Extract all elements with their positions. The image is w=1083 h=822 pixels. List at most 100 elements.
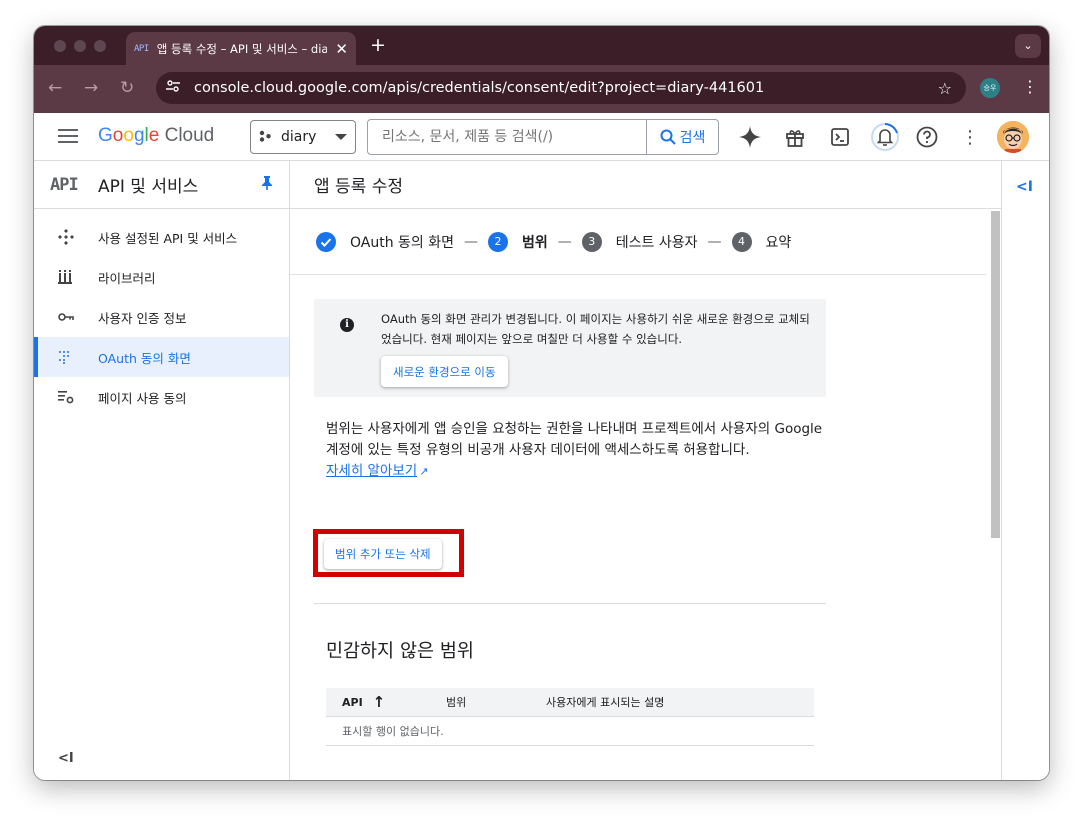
migration-notice: i OAuth 동의 화면 관리가 변경됩니다. 이 페이지는 사용하기 쉬운 … xyxy=(314,299,826,397)
logo-cloud-text: Cloud xyxy=(164,125,215,146)
expand-panel-icon[interactable]: <I xyxy=(1016,179,1033,195)
sidebar-item-label: 사용자 인증 정보 xyxy=(98,310,187,326)
step-3-label: 테스트 사용자 xyxy=(615,234,698,251)
table-empty-message: 표시할 행이 없습니다. xyxy=(326,717,814,746)
tab-favicon: API xyxy=(134,43,149,54)
library-icon xyxy=(58,270,98,284)
search-bar: 검색 xyxy=(367,119,719,155)
browser-window: API 앱 등록 수정 – API 및 서비스 – diary ✕ + ⌄ ← … xyxy=(34,26,1049,780)
window-close-dot[interactable] xyxy=(54,40,66,52)
collapse-sidebar-icon[interactable]: <I xyxy=(58,751,74,766)
gemini-sparkle-icon[interactable] xyxy=(738,125,762,149)
oauth-dots-icon xyxy=(58,350,98,364)
table-header: API ↑ 범위 사용자에게 표시되는 설명 xyxy=(326,688,814,717)
profile-avatar[interactable]: 승우 xyxy=(980,78,1000,98)
sidebar-header: API API 및 서비스 xyxy=(34,161,289,209)
forward-arrow-icon[interactable]: → xyxy=(84,78,98,98)
page-title: 앱 등록 수정 xyxy=(290,161,1001,209)
more-options-icon[interactable]: ⋮ xyxy=(958,125,982,149)
window-minimize-dot[interactable] xyxy=(74,40,86,52)
project-icon xyxy=(259,130,271,145)
search-input[interactable] xyxy=(368,120,646,154)
search-icon xyxy=(660,129,676,145)
sidebar-item-library[interactable]: 라이브러리 xyxy=(34,257,289,297)
right-panel-rail: <I xyxy=(1001,161,1049,780)
api-diamond-icon xyxy=(58,229,98,245)
search-button[interactable]: 검색 xyxy=(646,120,718,154)
pin-icon[interactable] xyxy=(261,175,273,194)
step-2-label: 범위 xyxy=(522,234,548,251)
step-3-number: 3 xyxy=(581,231,602,252)
site-info-icon[interactable] xyxy=(166,80,188,96)
cloud-shell-icon[interactable] xyxy=(828,125,852,149)
notice-text: OAuth 동의 화면 관리가 변경됩니다. 이 페이지는 사용하기 쉬운 새로… xyxy=(381,312,810,346)
highlight-box: 범위 추가 또는 삭제 xyxy=(313,529,464,577)
address-bar[interactable]: console.cloud.google.com/apis/credential… xyxy=(156,72,966,104)
caret-down-icon xyxy=(335,134,347,140)
tab-title: 앱 등록 수정 – API 및 서비스 – diary xyxy=(156,41,328,56)
sidebar-item-label: 페이지 사용 동의 xyxy=(98,390,187,406)
sidebar-item-label: 라이브러리 xyxy=(98,270,156,286)
project-picker[interactable]: diary xyxy=(250,120,356,154)
external-link-icon: ↗ xyxy=(419,465,429,478)
help-icon[interactable] xyxy=(915,125,939,149)
stepper: OAuth 동의 화면 — 2 범위 — 3 테스트 사용자 — 4 요약 xyxy=(290,209,986,275)
browser-menu-icon[interactable]: ⋮ xyxy=(1022,77,1038,96)
scopes-description-text: 범위는 사용자에게 앱 승인을 요청하는 권한을 나타내며 프로젝트에서 사용자… xyxy=(326,421,823,458)
key-icon xyxy=(58,312,98,322)
gift-icon[interactable] xyxy=(783,125,807,149)
tab-search-chevron-icon[interactable]: ⌄ xyxy=(1015,34,1041,58)
learn-more-link[interactable]: 자세히 알아보기 xyxy=(326,463,417,479)
sidebar-item-oauth-consent[interactable]: OAuth 동의 화면 xyxy=(34,337,289,377)
scopes-description: 범위는 사용자에게 앱 승인을 요청하는 권한을 나타내며 프로젝트에서 사용자… xyxy=(326,419,826,482)
google-cloud-logo[interactable]: Google Cloud xyxy=(98,125,214,147)
scrollbar-thumb[interactable] xyxy=(991,211,1000,538)
step-separator: — xyxy=(707,233,722,250)
user-avatar[interactable] xyxy=(997,121,1029,153)
tab-close-icon[interactable]: ✕ xyxy=(335,40,348,58)
reload-icon[interactable]: ↻ xyxy=(120,78,134,98)
column-header-api[interactable]: API ↑ xyxy=(326,693,430,711)
step-4-label: 요약 xyxy=(765,234,792,251)
browser-toolbar: ← → ↻ console.cloud.google.com/apis/cred… xyxy=(34,65,1049,113)
url-text: console.cloud.google.com/apis/credential… xyxy=(194,80,765,96)
add-remove-scopes-button[interactable]: 범위 추가 또는 삭제 xyxy=(324,539,442,569)
search-button-label: 검색 xyxy=(679,130,706,146)
sidebar-item-credentials[interactable]: 사용자 인증 정보 xyxy=(34,297,289,337)
api-logo: API xyxy=(50,174,79,195)
non-sensitive-scopes-title: 민감하지 않은 범위 xyxy=(326,641,474,662)
step-4-number: 4 xyxy=(731,231,752,252)
back-arrow-icon[interactable]: ← xyxy=(48,78,62,98)
step-complete-check-icon xyxy=(316,231,336,252)
sidebar-item-page-usage-agreements[interactable]: 페이지 사용 동의 xyxy=(34,377,289,417)
step-2-number: 2 xyxy=(488,231,509,252)
left-sidebar: API API 및 서비스 사용 설정된 API 및 서비스 라이브러리 사용자… xyxy=(34,161,290,780)
bookmark-star-icon[interactable]: ☆ xyxy=(938,79,952,98)
column-label: API xyxy=(342,695,363,709)
notifications-bell-icon[interactable] xyxy=(870,122,900,152)
step-1-label[interactable]: OAuth 동의 화면 xyxy=(350,232,454,252)
window-zoom-dot[interactable] xyxy=(94,40,106,52)
logo-google-text: Google xyxy=(98,125,160,146)
info-icon: i xyxy=(340,318,354,332)
scopes-table: API ↑ 범위 사용자에게 표시되는 설명 표시할 행이 없습니다. xyxy=(326,688,814,746)
column-header-description: 사용자에게 표시되는 설명 xyxy=(546,696,665,709)
divider xyxy=(314,603,826,604)
go-to-new-experience-button[interactable]: 새로운 환경으로 이동 xyxy=(381,356,508,387)
step-separator: — xyxy=(557,233,572,250)
new-tab-icon[interactable]: + xyxy=(370,34,386,56)
sidebar-item-label: 사용 설정된 API 및 서비스 xyxy=(98,230,238,246)
gcp-header: Google Cloud diary 검색 xyxy=(34,113,1049,161)
sidebar-nav: 사용 설정된 API 및 서비스 라이브러리 사용자 인증 정보 OAuth 동… xyxy=(34,209,289,417)
sidebar-item-enabled-apis[interactable]: 사용 설정된 API 및 서비스 xyxy=(34,217,289,257)
main-content: 앱 등록 수정 OAuth 동의 화면 — 2 범위 — 3 테스트 사용자 —… xyxy=(290,161,1001,780)
column-header-scope: 범위 xyxy=(446,696,467,709)
hamburger-menu-icon[interactable] xyxy=(58,127,78,145)
browser-tab-strip: API 앱 등록 수정 – API 및 서비스 – diary ✕ + ⌄ xyxy=(34,26,1049,65)
project-name: diary xyxy=(281,129,317,145)
browser-tab[interactable]: API 앱 등록 수정 – API 및 서비스 – diary ✕ xyxy=(126,32,356,65)
settings-list-icon xyxy=(58,390,98,404)
sidebar-title: API 및 서비스 xyxy=(98,177,199,197)
sort-arrow-up-icon[interactable]: ↑ xyxy=(373,693,386,711)
sidebar-item-label: OAuth 동의 화면 xyxy=(98,350,191,366)
